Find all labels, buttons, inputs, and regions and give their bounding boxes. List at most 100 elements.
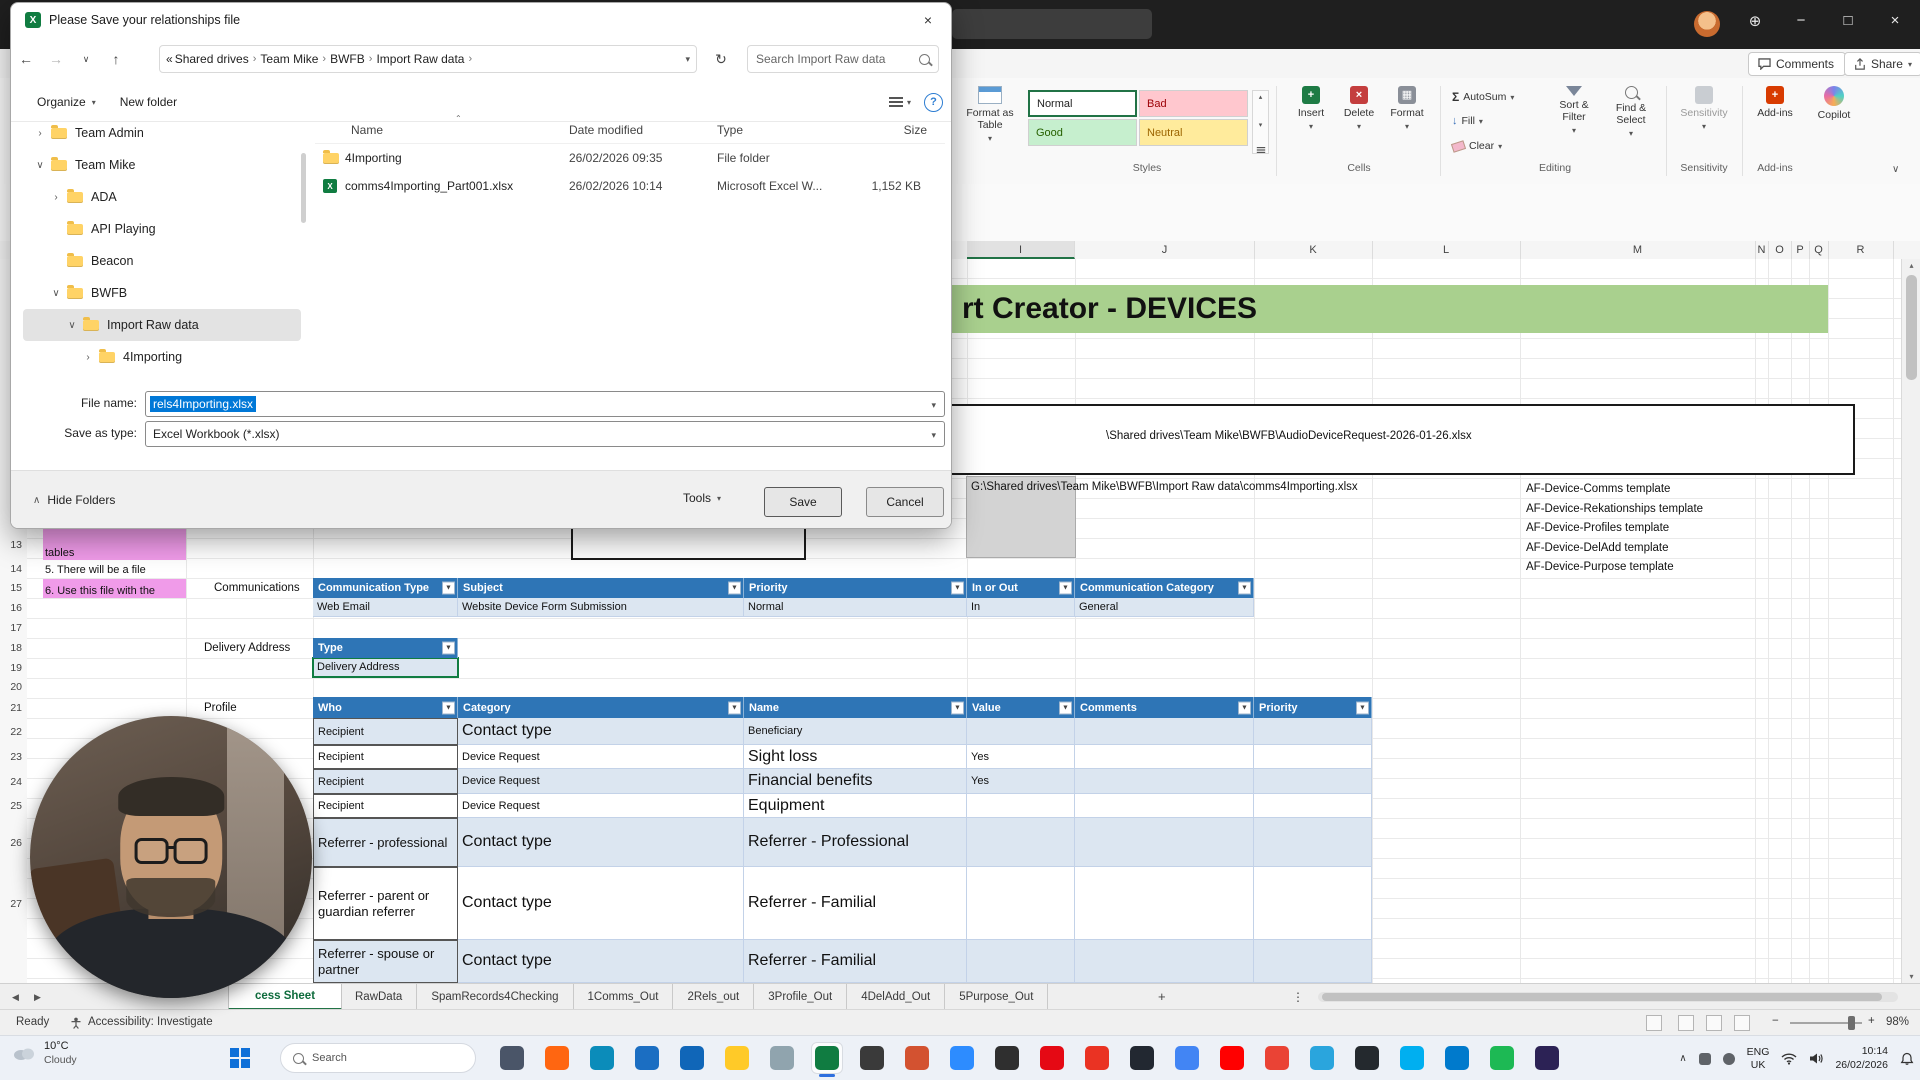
tree-chevron-icon[interactable]: ›	[49, 192, 63, 203]
profile-cell[interactable]: Sight loss	[744, 745, 967, 769]
delete-button[interactable]: × Delete ▾	[1336, 86, 1382, 131]
comms-cell[interactable]: In	[967, 598, 1075, 617]
profile-cell[interactable]	[1075, 745, 1254, 769]
taskbar-app-icon[interactable]	[811, 1042, 843, 1074]
profile-cell[interactable]: Contact type	[458, 818, 744, 867]
filter-icon[interactable]: ▼	[728, 701, 741, 714]
note-cell-file[interactable]: 5. There will be a file	[45, 564, 146, 576]
column-date-modified[interactable]: Date modified	[569, 123, 717, 137]
sheet-tab[interactable]: 1Comms_Out	[574, 984, 674, 1010]
close-button[interactable]: ×	[1880, 12, 1910, 29]
comms-header-cell[interactable]: In or Out▼	[967, 578, 1075, 598]
taskbar-app-icon[interactable]	[766, 1042, 798, 1074]
profile-cell[interactable]	[1075, 867, 1254, 940]
save-type-select[interactable]: Excel Workbook (*.xlsx) ▾	[145, 421, 945, 447]
row-header[interactable]: 13	[10, 530, 22, 560]
profile-cell[interactable]: Device Request	[458, 769, 744, 794]
style-good[interactable]: Good	[1028, 119, 1137, 146]
profile-cell[interactable]: Referrer - Professional	[744, 818, 967, 867]
column-type[interactable]: Type	[717, 123, 837, 137]
start-button[interactable]	[230, 1048, 250, 1068]
tree-chevron-icon[interactable]: ›	[33, 128, 47, 139]
forward-button[interactable]: →	[41, 51, 71, 67]
filter-icon[interactable]: ▼	[1059, 701, 1072, 714]
file-name-input[interactable]: rels4Importing.xlsx ▾	[145, 391, 945, 417]
profile-cell[interactable]: Contact type	[458, 867, 744, 940]
column-header[interactable]: K	[1254, 241, 1373, 259]
comms-cell[interactable]: Normal	[744, 598, 967, 617]
comms-header-cell[interactable]: Priority▼	[744, 578, 967, 598]
comms-header-cell[interactable]: Communication Category▼	[1075, 578, 1254, 598]
filter-icon[interactable]: ▼	[1059, 582, 1072, 595]
column-header[interactable]: M	[1520, 241, 1756, 259]
row-header[interactable]: 19	[10, 658, 22, 677]
row-header[interactable]: 26	[10, 818, 22, 867]
comms-cell[interactable]: Website Device Form Submission	[458, 598, 744, 617]
sheet-tab[interactable]: 2Rels_out	[673, 984, 754, 1010]
profile-cell[interactable]: Equipment	[744, 794, 967, 818]
tree-item[interactable]: ∨ Import Raw data	[23, 309, 301, 341]
row-header[interactable]: 14	[10, 560, 22, 578]
profile-cell[interactable]	[967, 718, 1075, 745]
delivery-cell[interactable]: Delivery Address	[313, 658, 458, 677]
comms-cell[interactable]: Web Email	[313, 598, 458, 617]
row-header[interactable]: 18	[10, 638, 22, 658]
profile-cell[interactable]	[1254, 940, 1372, 983]
profile-cell[interactable]: Yes	[967, 745, 1075, 769]
comms-header-cell[interactable]: Communication Type▼	[313, 578, 458, 598]
profile-cell[interactable]: Device Request	[458, 794, 744, 818]
scroll-down-icon[interactable]: ▾	[1909, 972, 1913, 981]
sensitivity-button[interactable]: Sensitivity ▾	[1676, 86, 1732, 131]
hidden-icons-chevron[interactable]: ∧	[1679, 1053, 1686, 1064]
taskbar-app-icon[interactable]	[1216, 1042, 1248, 1074]
comments-button[interactable]: Comments	[1748, 52, 1846, 76]
breadcrumb-prefix[interactable]: «	[166, 52, 173, 66]
profile-cell[interactable]	[1254, 769, 1372, 794]
dialog-close-button[interactable]: ×	[905, 3, 951, 37]
taskbar-app-icon[interactable]	[901, 1042, 933, 1074]
profile-cell[interactable]: Recipient	[313, 769, 458, 794]
row-header[interactable]: 23	[10, 745, 22, 769]
note-cell-use[interactable]: 6. Use this file with the	[43, 579, 186, 598]
tree-chevron-icon[interactable]: ∨	[49, 288, 63, 299]
help-icon[interactable]: ?	[924, 93, 943, 112]
row-header[interactable]: 25	[10, 794, 22, 818]
tray-icon[interactable]	[1699, 1053, 1711, 1065]
tree-item[interactable]: › ADA	[23, 181, 301, 213]
chevron-down-icon[interactable]: ▾	[931, 430, 936, 441]
tree-item[interactable]: API Playing	[23, 213, 301, 245]
profile-cell[interactable]	[1254, 867, 1372, 940]
back-button[interactable]: ←	[11, 51, 41, 67]
style-bad[interactable]: Bad	[1139, 90, 1248, 117]
dialog-titlebar[interactable]: Please Save your relationships file	[11, 3, 951, 37]
profile-cell[interactable]: Device Request	[458, 745, 744, 769]
taskbar-app-icon[interactable]	[1486, 1042, 1518, 1074]
up-button[interactable]: ↑	[101, 51, 131, 67]
note-cell-tables[interactable]: tables	[43, 527, 186, 560]
profile-cell[interactable]	[1254, 745, 1372, 769]
profile-cell[interactable]	[1075, 769, 1254, 794]
sheet-tab[interactable]: 5Purpose_Out	[945, 984, 1048, 1010]
profile-cell[interactable]: Yes	[967, 769, 1075, 794]
prev-sheet-icon[interactable]: ◀	[12, 984, 19, 1010]
profile-cell[interactable]	[1075, 718, 1254, 745]
notification-bell-icon[interactable]	[1900, 1052, 1914, 1066]
taskbar-app-icon[interactable]	[1081, 1042, 1113, 1074]
profile-cell[interactable]	[1254, 818, 1372, 867]
taskbar-app-icon[interactable]	[721, 1042, 753, 1074]
account-avatar[interactable]	[1694, 11, 1720, 37]
filter-icon[interactable]: ▼	[442, 582, 455, 595]
language-indicator[interactable]: ENG UK	[1747, 1046, 1770, 1070]
scrollbar-thumb[interactable]	[1322, 993, 1882, 1001]
profile-cell[interactable]: Contact type	[458, 940, 744, 983]
taskbar-app-icon[interactable]	[1306, 1042, 1338, 1074]
breadcrumb[interactable]: « Shared drives›Team Mike›BWFB›Import Ra…	[159, 45, 697, 73]
tree-item[interactable]: ∨ BWFB	[23, 277, 301, 309]
profile-cell[interactable]: Referrer - parent or guardian referrer	[313, 867, 458, 940]
file-row[interactable]: 4Importing 26/02/2026 09:35 File folder	[315, 144, 945, 172]
profile-cell[interactable]: Financial benefits	[744, 769, 967, 794]
profile-cell[interactable]: Beneficiary	[744, 718, 967, 745]
taskbar-app-icon[interactable]	[1396, 1042, 1428, 1074]
filter-icon[interactable]: ▼	[1238, 582, 1251, 595]
taskbar-app-icon[interactable]	[991, 1042, 1023, 1074]
